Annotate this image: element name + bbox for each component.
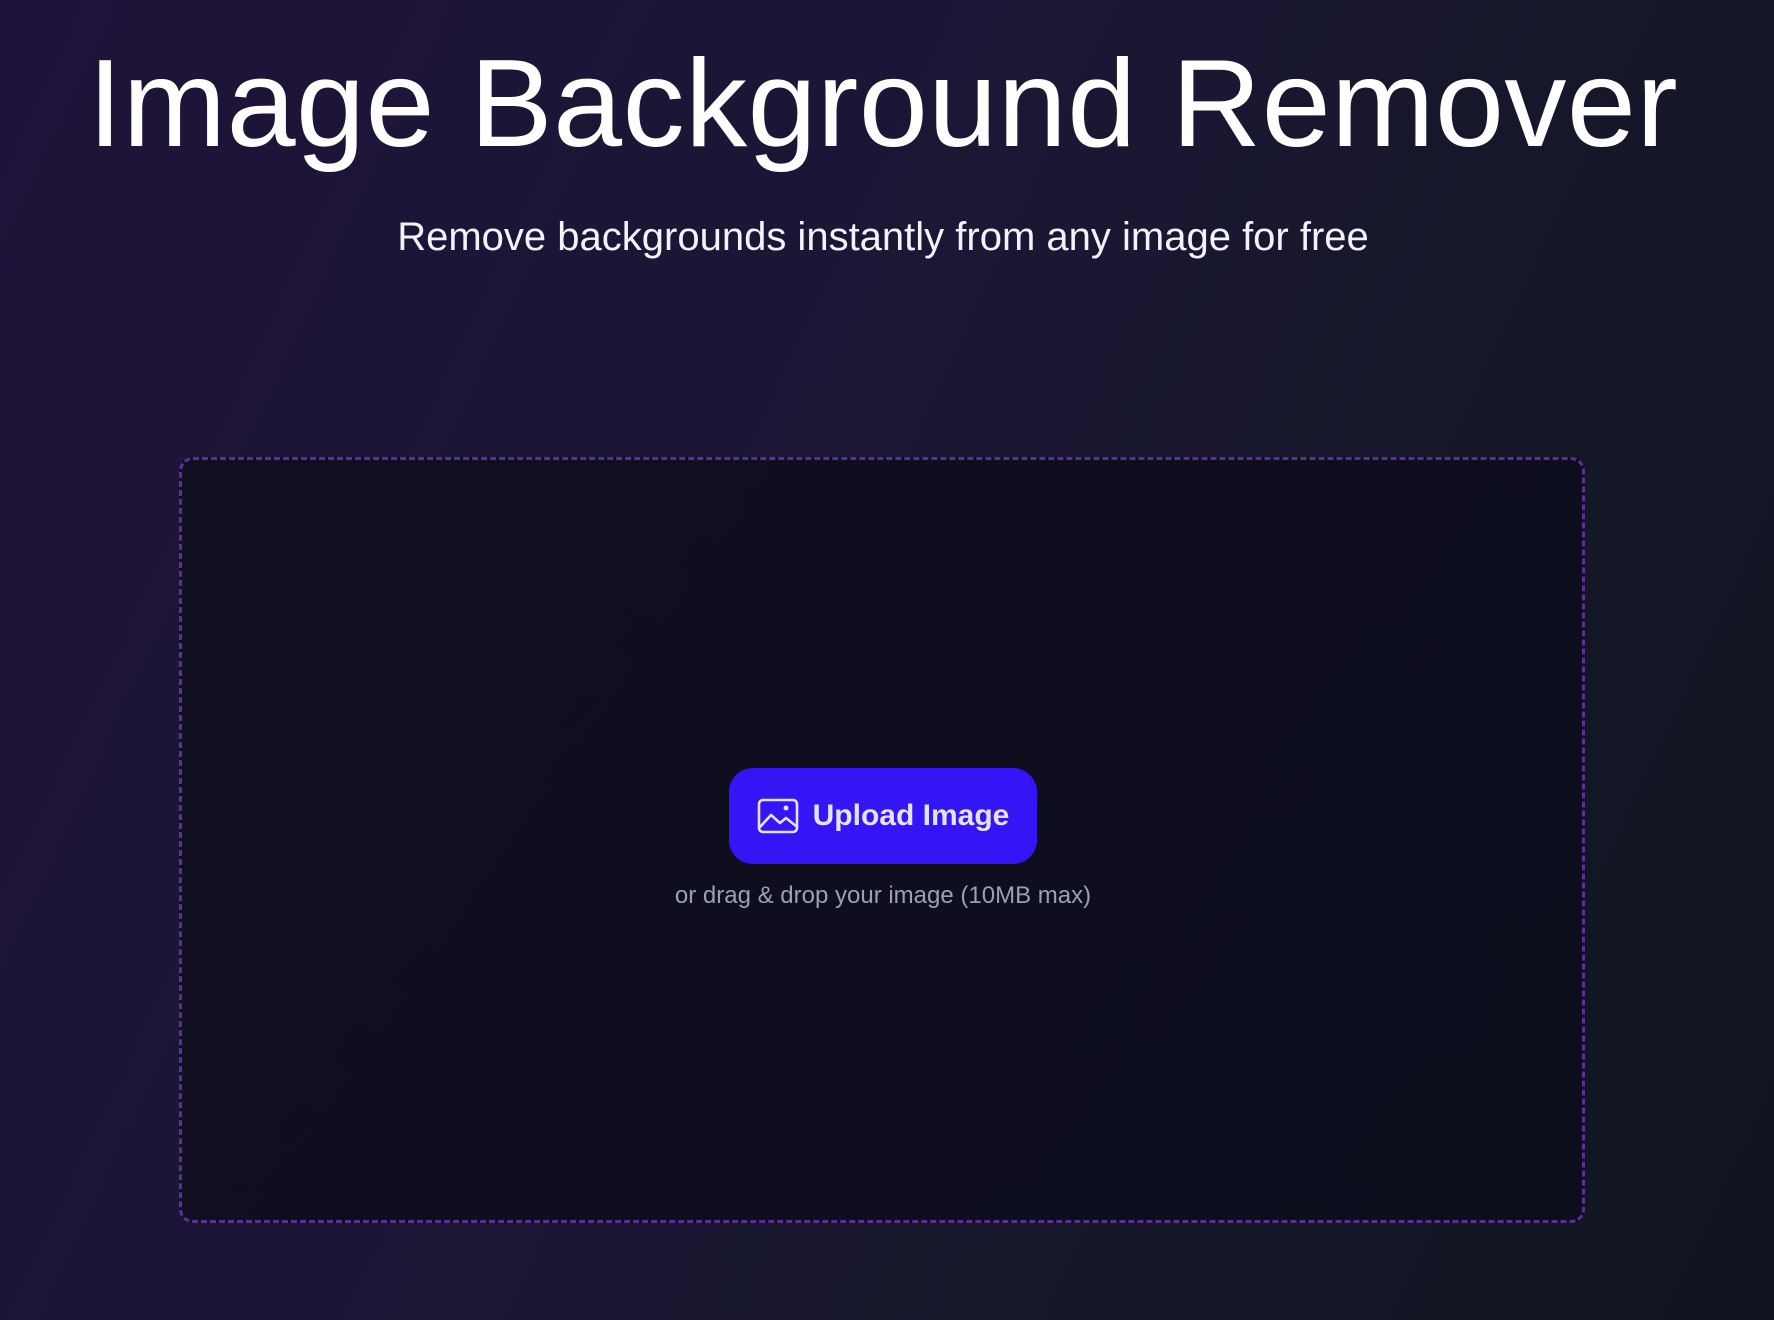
image-icon: [757, 798, 799, 834]
drag-drop-hint: or drag & drop your image (10MB max): [674, 882, 1092, 909]
upload-image-button-label: Upload Image: [812, 799, 1010, 832]
page: Image Background Remover Remove backgrou…: [0, 0, 1774, 1320]
page-title: Image Background Remover: [87, 35, 1679, 173]
upload-image-button[interactable]: Upload Image: [729, 768, 1037, 864]
page-subtitle: Remove backgrounds instantly from any im…: [397, 215, 1369, 259]
